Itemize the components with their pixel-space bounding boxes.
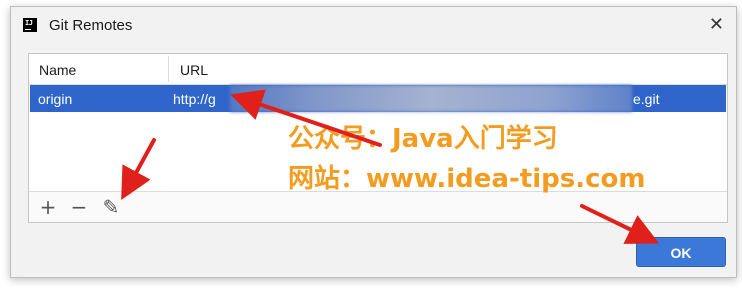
table-row[interactable]: origin http://g e.git — [30, 85, 726, 112]
table-header: Name URL — [29, 54, 727, 85]
dialog-title: Git Remotes — [49, 17, 133, 34]
table-toolbar: + − ✎ — [29, 191, 727, 222]
column-header-url[interactable]: URL — [180, 62, 208, 78]
remote-url-end: e.git — [633, 91, 660, 107]
intellij-app-icon: IJ — [23, 18, 37, 32]
remote-url-start: http://g — [173, 91, 216, 107]
remote-name-cell: origin — [38, 91, 73, 107]
watermark-line-1: 公众号：Java入门学习 — [288, 124, 558, 154]
close-icon[interactable]: ✕ — [709, 15, 724, 33]
column-header-name[interactable]: Name — [39, 62, 76, 78]
title-bar: IJ Git Remotes ✕ — [11, 7, 736, 43]
remove-remote-button[interactable]: − — [68, 196, 90, 218]
edit-remote-button[interactable]: ✎ — [100, 196, 122, 218]
ok-button[interactable]: OK — [636, 237, 726, 267]
column-divider[interactable] — [168, 56, 169, 82]
add-remote-button[interactable]: + — [37, 196, 59, 218]
watermark-line-2: 网站：www.idea-tips.com — [288, 164, 646, 194]
remote-url-cell: http://g — [173, 91, 216, 107]
redacted-url-blur — [230, 85, 632, 112]
